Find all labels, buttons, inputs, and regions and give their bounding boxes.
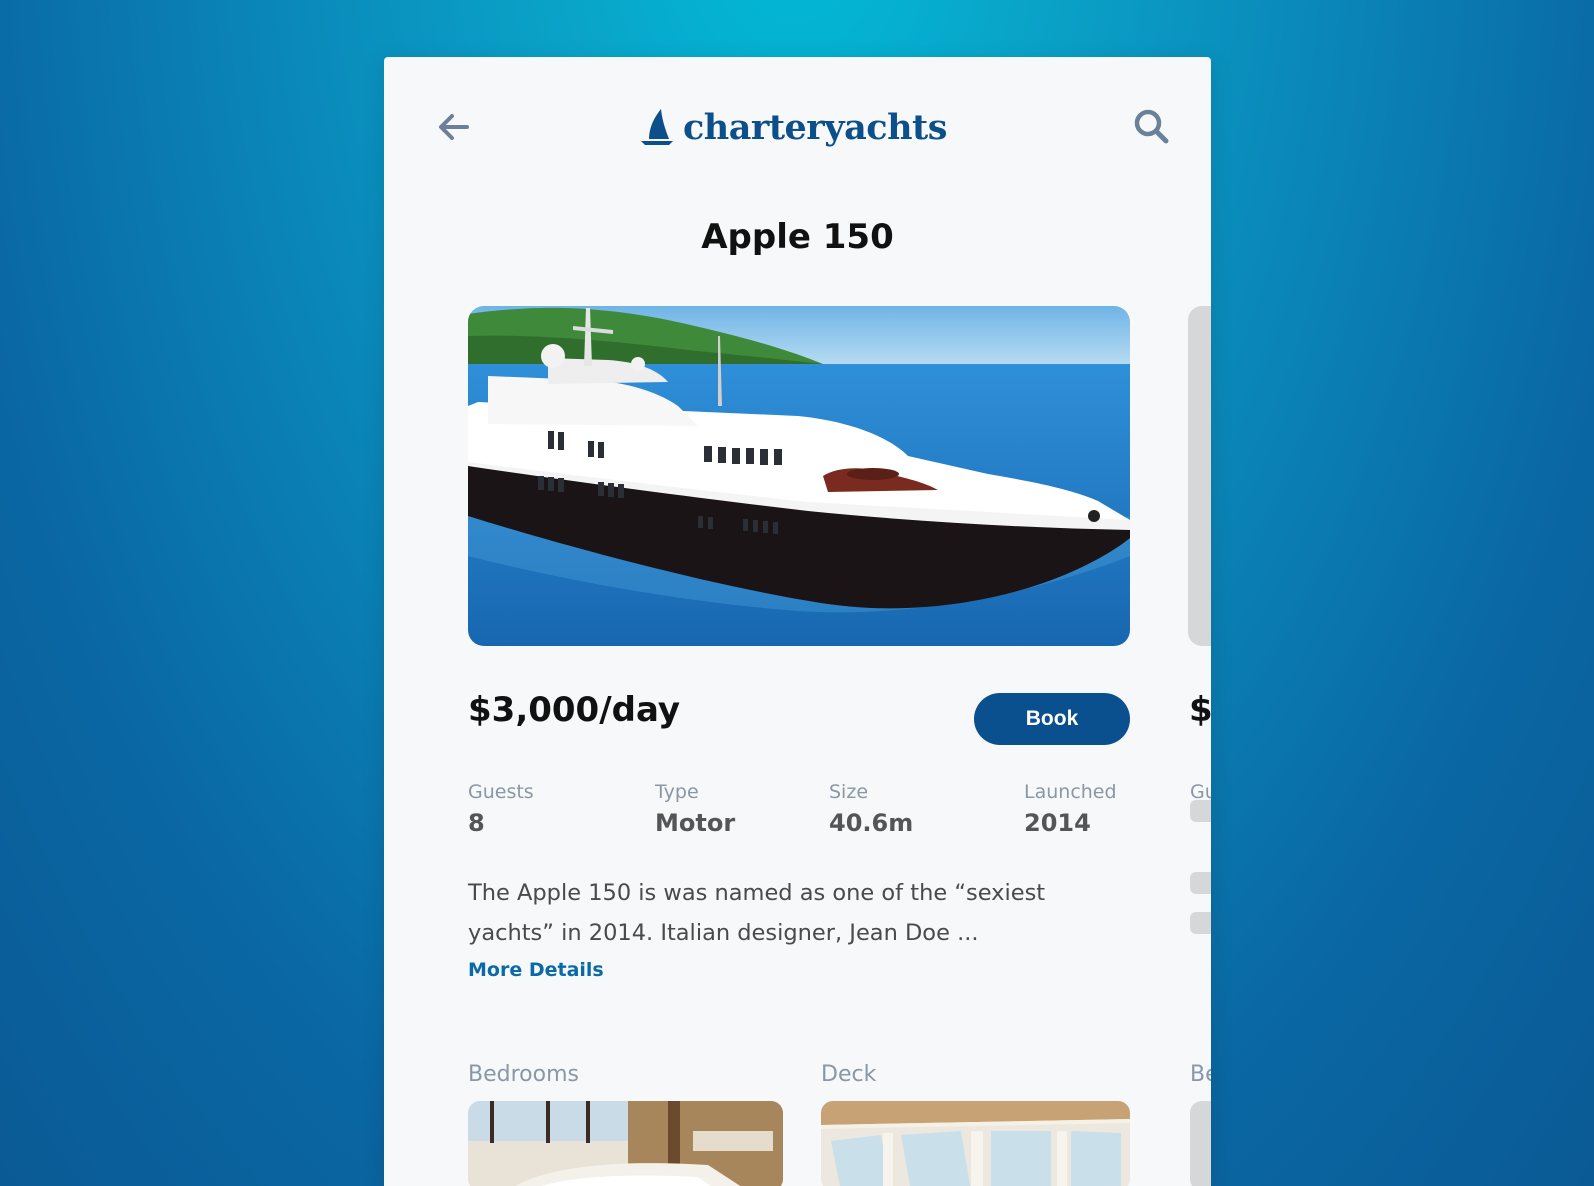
search-button[interactable] bbox=[1132, 107, 1172, 147]
spec-type: Type Motor bbox=[655, 781, 735, 837]
yacht-photo bbox=[468, 306, 1130, 646]
yacht-description: The Apple 150 is was named as one of the… bbox=[468, 880, 1046, 946]
next-yacht-card-preview[interactable] bbox=[1188, 306, 1211, 646]
spec-label: Type bbox=[655, 781, 699, 803]
spec-label: Size bbox=[829, 781, 869, 803]
spec-value: 40.6m bbox=[829, 809, 914, 837]
spec-value: 2014 bbox=[1024, 809, 1091, 837]
sailboat-icon bbox=[641, 109, 673, 145]
price-per-day: $3,000/day bbox=[468, 690, 681, 730]
next-card-price-partial: $ bbox=[1189, 690, 1211, 730]
yacht-hero-image[interactable] bbox=[468, 306, 1130, 646]
arrow-left-icon bbox=[439, 114, 469, 140]
skeleton-placeholder bbox=[1190, 800, 1211, 822]
more-details-link[interactable]: More Details bbox=[468, 959, 604, 981]
skeleton-placeholder bbox=[1190, 872, 1211, 894]
app-header: charteryachts bbox=[384, 57, 1211, 197]
brand-logo[interactable]: charteryachts bbox=[639, 105, 947, 149]
spec-label: Launched bbox=[1024, 781, 1117, 803]
yacht-title: Apple 150 bbox=[701, 217, 894, 257]
bedroom-photo bbox=[468, 1101, 783, 1186]
spec-label: Guests bbox=[468, 781, 534, 803]
app-screen: charteryachts Apple 150 $3,000/day Book … bbox=[384, 57, 1211, 1186]
gallery-thumb-bedrooms[interactable] bbox=[468, 1101, 783, 1186]
spec-size: Size 40.6m bbox=[829, 781, 913, 837]
search-icon bbox=[1134, 109, 1169, 144]
spec-value: 8 bbox=[468, 809, 485, 837]
book-button[interactable]: Book bbox=[974, 693, 1130, 745]
back-button[interactable] bbox=[436, 109, 472, 145]
spec-guests: Guests 8 bbox=[468, 781, 534, 837]
deck-photo bbox=[821, 1101, 1130, 1186]
gallery-label-deck: Deck bbox=[821, 1062, 877, 1087]
next-card-gallery-thumb-preview[interactable] bbox=[1190, 1101, 1211, 1186]
gallery-thumb-deck[interactable] bbox=[821, 1101, 1130, 1186]
spec-launched: Launched 2014 bbox=[1024, 781, 1117, 837]
next-card-gallery-label-partial: Be bbox=[1190, 1062, 1211, 1087]
skeleton-placeholder bbox=[1190, 912, 1211, 934]
spec-value: Motor bbox=[655, 809, 736, 837]
gallery-label-bedrooms: Bedrooms bbox=[468, 1062, 579, 1087]
brand-name: charteryachts bbox=[683, 106, 947, 148]
